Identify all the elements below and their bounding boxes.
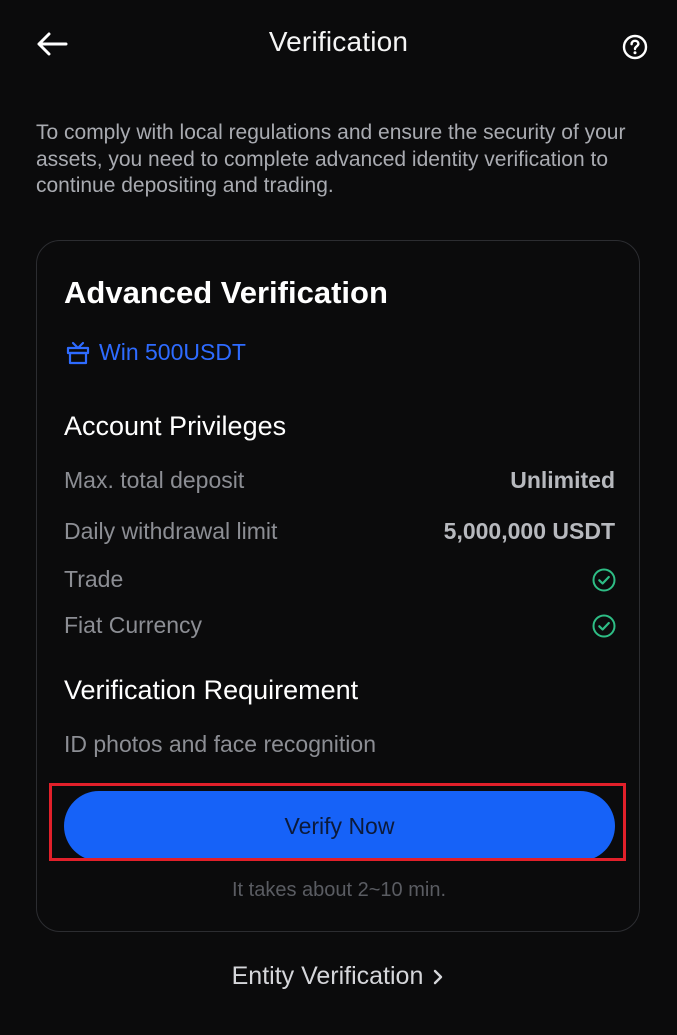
privilege-value: Unlimited: [510, 467, 615, 493]
privilege-row: Max. total deposit Unlimited: [64, 467, 615, 494]
privilege-row: Fiat Currency: [64, 612, 617, 639]
privilege-label: Daily withdrawal limit: [64, 518, 278, 544]
check-circle-icon: [591, 613, 617, 639]
reward-label: Win 500USDT: [99, 339, 246, 365]
privileges-title: Account Privileges: [64, 411, 287, 441]
privilege-label: Trade: [64, 566, 124, 592]
entity-verification-link[interactable]: Entity Verification: [0, 962, 677, 991]
gift-icon: [65, 340, 91, 366]
chevron-right-icon: [431, 966, 445, 988]
privilege-value: 5,000,000 USDT: [443, 518, 615, 544]
entity-verification-label: Entity Verification: [231, 962, 424, 990]
privilege-label: Fiat Currency: [64, 612, 203, 638]
intro-text: To comply with local regulations and ens…: [36, 121, 626, 197]
question-circle-icon: [622, 34, 648, 60]
reward-link[interactable]: Win 500USDT: [65, 339, 246, 366]
requirement-title: Verification Requirement: [64, 675, 359, 705]
page-title: Verification: [268, 26, 409, 57]
privilege-label: Max. total deposit: [64, 467, 245, 493]
verify-now-button[interactable]: Verify Now: [64, 791, 615, 861]
card-title: Advanced Verification: [64, 275, 388, 310]
duration-note: It takes about 2~10 min.: [231, 879, 447, 901]
privilege-row: Daily withdrawal limit 5,000,000 USDT: [64, 518, 615, 545]
help-button[interactable]: [616, 28, 654, 66]
requirement-text: ID photos and face recognition: [64, 731, 376, 757]
advanced-verification-card: Advanced Verification Win 500USDT Accoun…: [36, 240, 640, 932]
check-circle-icon: [591, 567, 617, 593]
app-header: Verification: [0, 0, 677, 90]
privilege-row: Trade: [64, 566, 617, 593]
